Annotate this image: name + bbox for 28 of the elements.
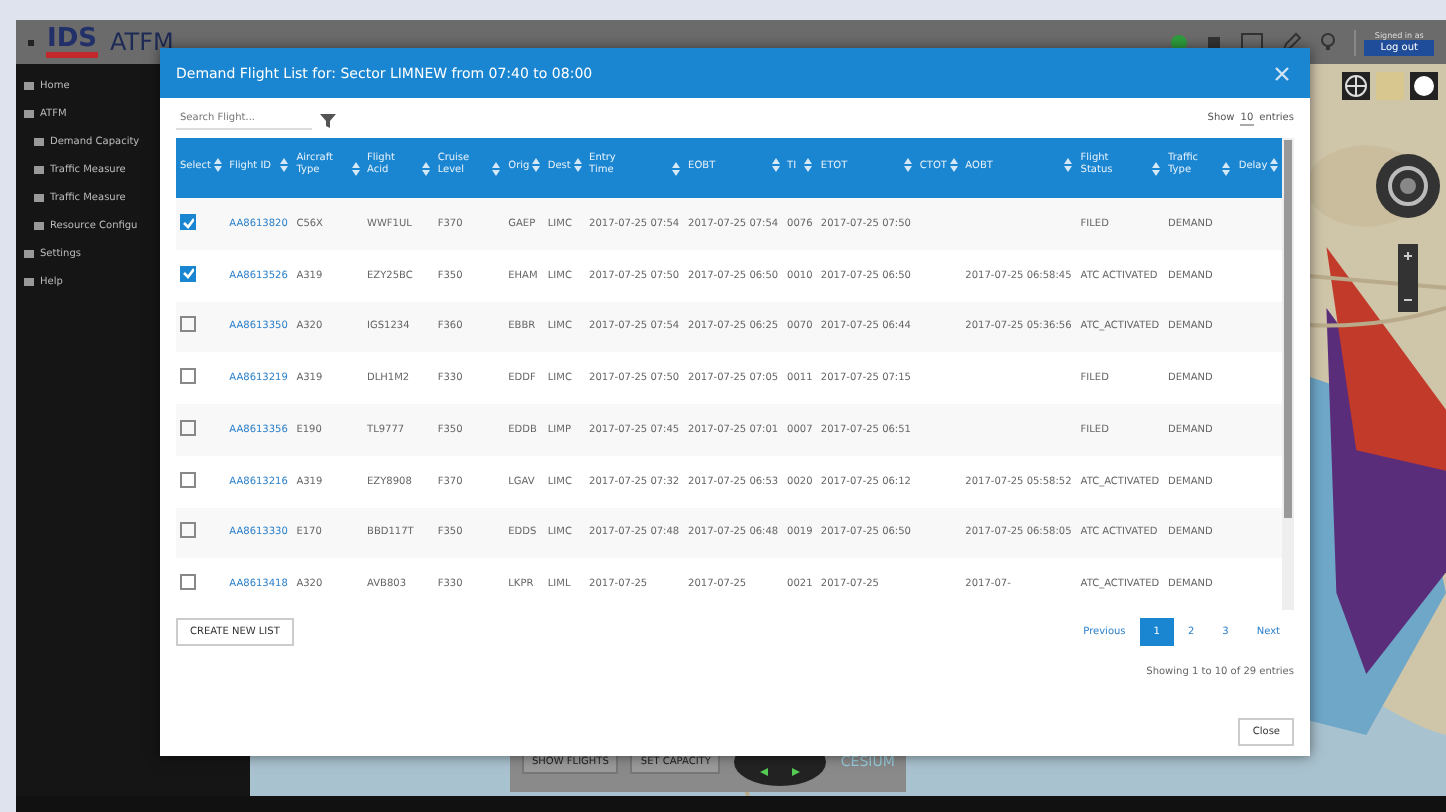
globe-icon[interactable]: [1342, 72, 1370, 100]
filter-icon[interactable]: [320, 111, 336, 127]
menu-item-icon: [24, 278, 34, 286]
zoom-control[interactable]: [1398, 244, 1418, 312]
checkbox[interactable]: [180, 214, 196, 231]
menu-item-icon: [24, 110, 34, 118]
compass-icon[interactable]: [1374, 152, 1442, 220]
close-icon[interactable]: [1274, 65, 1290, 81]
checkbox[interactable]: [180, 471, 196, 488]
checkbox[interactable]: [180, 368, 196, 385]
menu-item-icon: [34, 166, 44, 174]
menu-item-icon: [34, 222, 44, 230]
bulb-icon[interactable]: [1320, 32, 1337, 52]
menu-icon[interactable]: [28, 39, 34, 45]
menu-item-icon: [34, 194, 44, 202]
checkbox[interactable]: [180, 316, 196, 333]
logo: IDS: [46, 27, 98, 57]
checkbox[interactable]: [180, 419, 196, 436]
checkbox[interactable]: [180, 265, 196, 282]
help-icon[interactable]: [1410, 72, 1438, 100]
menu-item-icon: [24, 82, 34, 90]
checkbox[interactable]: [180, 522, 196, 539]
app-title: ATFM: [110, 28, 174, 56]
checkbox[interactable]: [180, 574, 196, 591]
sort-icon: [1270, 157, 1278, 171]
menu-item-icon: [24, 250, 34, 258]
menu-item-icon: [34, 138, 44, 146]
edit-icon[interactable]: [1282, 32, 1303, 52]
